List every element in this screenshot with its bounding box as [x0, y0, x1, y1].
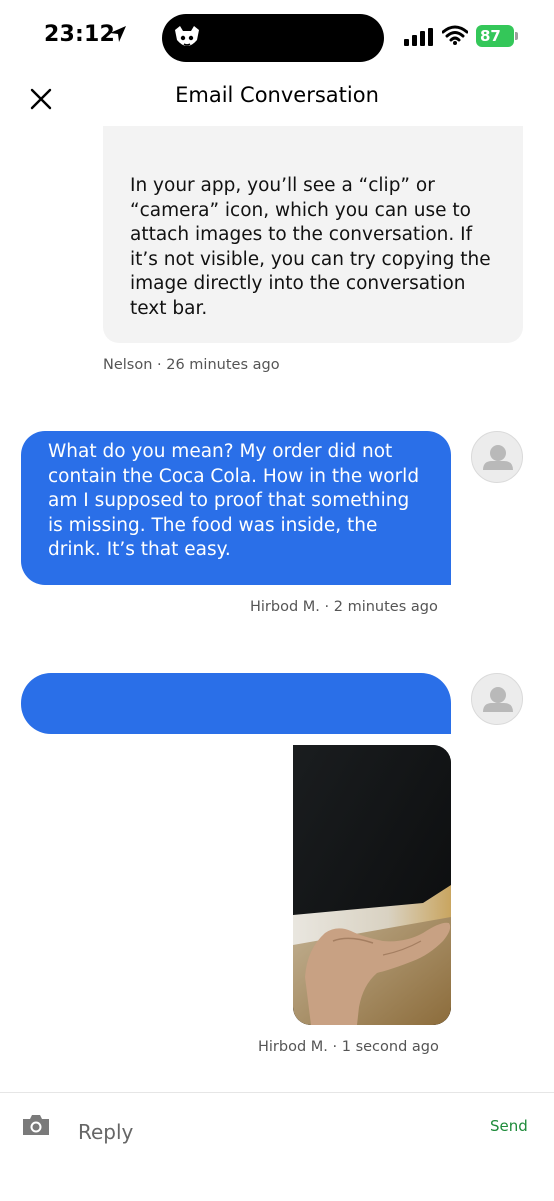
- island-app-icon: [169, 20, 205, 56]
- incoming-message-bubble: In your app, you’ll see a “clip” or “cam…: [103, 126, 523, 343]
- user-placeholder-icon: [483, 687, 513, 712]
- avatar: [471, 673, 523, 725]
- avatar: [471, 431, 523, 483]
- hand-photo-image: [293, 745, 451, 1025]
- message-meta: Nelson · 26 minutes ago: [103, 357, 280, 373]
- battery-icon: 87: [476, 25, 514, 47]
- wifi-icon: [441, 25, 469, 49]
- page-title: Email Conversation: [175, 83, 379, 107]
- signal-bars-icon: [404, 28, 434, 50]
- header: Email Conversation: [0, 76, 554, 120]
- location-arrow-icon: [108, 24, 128, 48]
- reply-composer: Send: [0, 1092, 554, 1201]
- status-bar: 23:12 87: [0, 0, 554, 76]
- send-button[interactable]: Send: [490, 1117, 528, 1135]
- reply-input[interactable]: [78, 1117, 458, 1147]
- outgoing-message-bubble: What do you mean? My order did not conta…: [21, 431, 451, 585]
- outgoing-message-bubble: [21, 673, 451, 734]
- message-meta: Hirbod M. · 1 second ago: [258, 1039, 439, 1055]
- battery-tip: [515, 32, 518, 40]
- camera-icon[interactable]: [21, 1113, 51, 1141]
- dynamic-island: [162, 14, 384, 62]
- message-meta: Hirbod M. · 2 minutes ago: [250, 599, 438, 615]
- user-placeholder-icon: [483, 445, 513, 470]
- message-text: In your app, you’ll see a “clip” or “cam…: [130, 175, 491, 319]
- status-time: 23:12: [44, 22, 116, 47]
- message-text: What do you mean? My order did not conta…: [48, 441, 420, 561]
- photo-attachment[interactable]: [293, 745, 451, 1025]
